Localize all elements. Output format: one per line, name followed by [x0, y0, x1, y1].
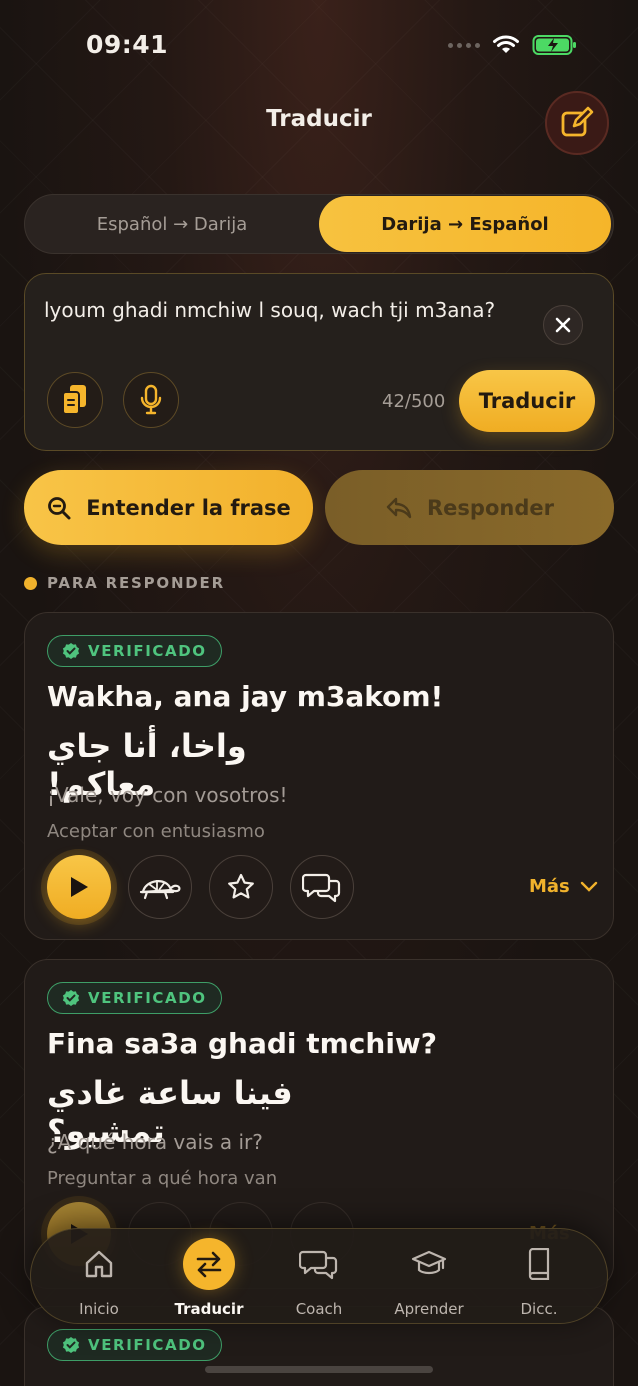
reply-arrow-icon: [386, 497, 412, 518]
tab-label: Traducir: [174, 1300, 244, 1318]
understand-phrase-label: Entender la frase: [86, 495, 291, 520]
page-title: Traducir: [266, 106, 372, 132]
book-icon: [528, 1248, 550, 1280]
graduation-cap-icon: [411, 1250, 447, 1275]
verified-check-icon: [62, 1337, 80, 1353]
tab-diccionario[interactable]: Dicc.: [484, 1238, 594, 1318]
microphone-icon: [140, 384, 162, 415]
direction-darija-es[interactable]: Darija → Español: [319, 196, 611, 252]
tab-label: Inicio: [79, 1300, 119, 1318]
darija-phrase: Fina sa3a ghadi tmchiw?: [47, 1027, 438, 1060]
verified-badge: VERIFICADO: [47, 1329, 222, 1361]
source-text-input[interactable]: lyoum ghadi nmchiw l souq, wach tji m3an…: [44, 298, 495, 322]
verified-badge-label: VERIFICADO: [88, 989, 207, 1007]
more-toggle[interactable]: Más: [529, 876, 598, 897]
home-indicator: [205, 1366, 433, 1373]
status-time: 09:41: [86, 30, 169, 59]
chat-icon: [299, 1250, 338, 1280]
tab-traducir[interactable]: Traducir: [154, 1238, 264, 1318]
slow-play-button[interactable]: [128, 855, 192, 919]
play-icon: [71, 877, 88, 897]
tab-label: Coach: [295, 1300, 343, 1318]
signal-dots-icon: [448, 42, 480, 48]
tab-coach[interactable]: Coach: [264, 1238, 374, 1318]
battery-charging-icon: [532, 35, 576, 55]
clear-input-button[interactable]: [543, 305, 583, 345]
wifi-icon: [493, 35, 519, 53]
verified-badge: VERIFICADO: [47, 635, 222, 667]
chat-bubbles-icon: [302, 873, 341, 903]
verified-badge-label: VERIFICADO: [88, 642, 207, 660]
reply-label: Responder: [427, 495, 554, 520]
usage-context: Aceptar con entusiasmo: [47, 821, 265, 842]
understand-phrase-button[interactable]: Entender la frase: [24, 470, 313, 545]
microphone-button[interactable]: [123, 372, 179, 428]
character-counter: 42/500: [382, 391, 446, 412]
turtle-icon: [139, 880, 181, 900]
translate-button[interactable]: Traducir: [459, 370, 595, 432]
tab-label: Dicc.: [520, 1300, 558, 1318]
status-icons: [448, 34, 578, 56]
favorite-button[interactable]: [209, 855, 273, 919]
close-icon: [555, 317, 571, 333]
edit-square-icon: [561, 106, 594, 137]
spanish-translation: ¿A qué hora vais a ir?: [47, 1130, 263, 1154]
active-tab-indicator: [183, 1238, 235, 1290]
more-label: Más: [529, 876, 570, 897]
section-title: PARA RESPONDER: [47, 574, 225, 592]
verified-badge-label: VERIFICADO: [88, 1336, 207, 1354]
star-icon: [228, 873, 254, 899]
search-icon: [48, 496, 71, 519]
clipboard-icon: [62, 385, 86, 415]
new-note-button[interactable]: [545, 91, 609, 155]
practice-chat-button[interactable]: [290, 855, 354, 919]
reply-button[interactable]: Responder: [325, 470, 614, 545]
darija-phrase: Wakha, ana jay m3akom!: [47, 680, 444, 713]
home-icon: [85, 1250, 113, 1278]
tab-aprender[interactable]: Aprender: [374, 1238, 484, 1318]
usage-context: Preguntar a qué hora van: [47, 1168, 278, 1189]
sun-dot-icon: [24, 576, 37, 590]
spanish-translation: ¡Vale, voy con vosotros!: [47, 783, 288, 807]
tab-label: Aprender: [394, 1300, 464, 1318]
verified-check-icon: [62, 643, 80, 659]
verified-badge: VERIFICADO: [47, 982, 222, 1014]
play-audio-button[interactable]: [47, 855, 111, 919]
swap-icon: [196, 1251, 222, 1278]
section-header: PARA RESPONDER: [24, 574, 225, 592]
paste-button[interactable]: [47, 372, 103, 428]
direction-es-darija[interactable]: Español → Darija: [26, 196, 318, 252]
chevron-down-icon: [580, 881, 597, 892]
tab-inicio[interactable]: Inicio: [44, 1238, 154, 1318]
verified-check-icon: [62, 990, 80, 1006]
